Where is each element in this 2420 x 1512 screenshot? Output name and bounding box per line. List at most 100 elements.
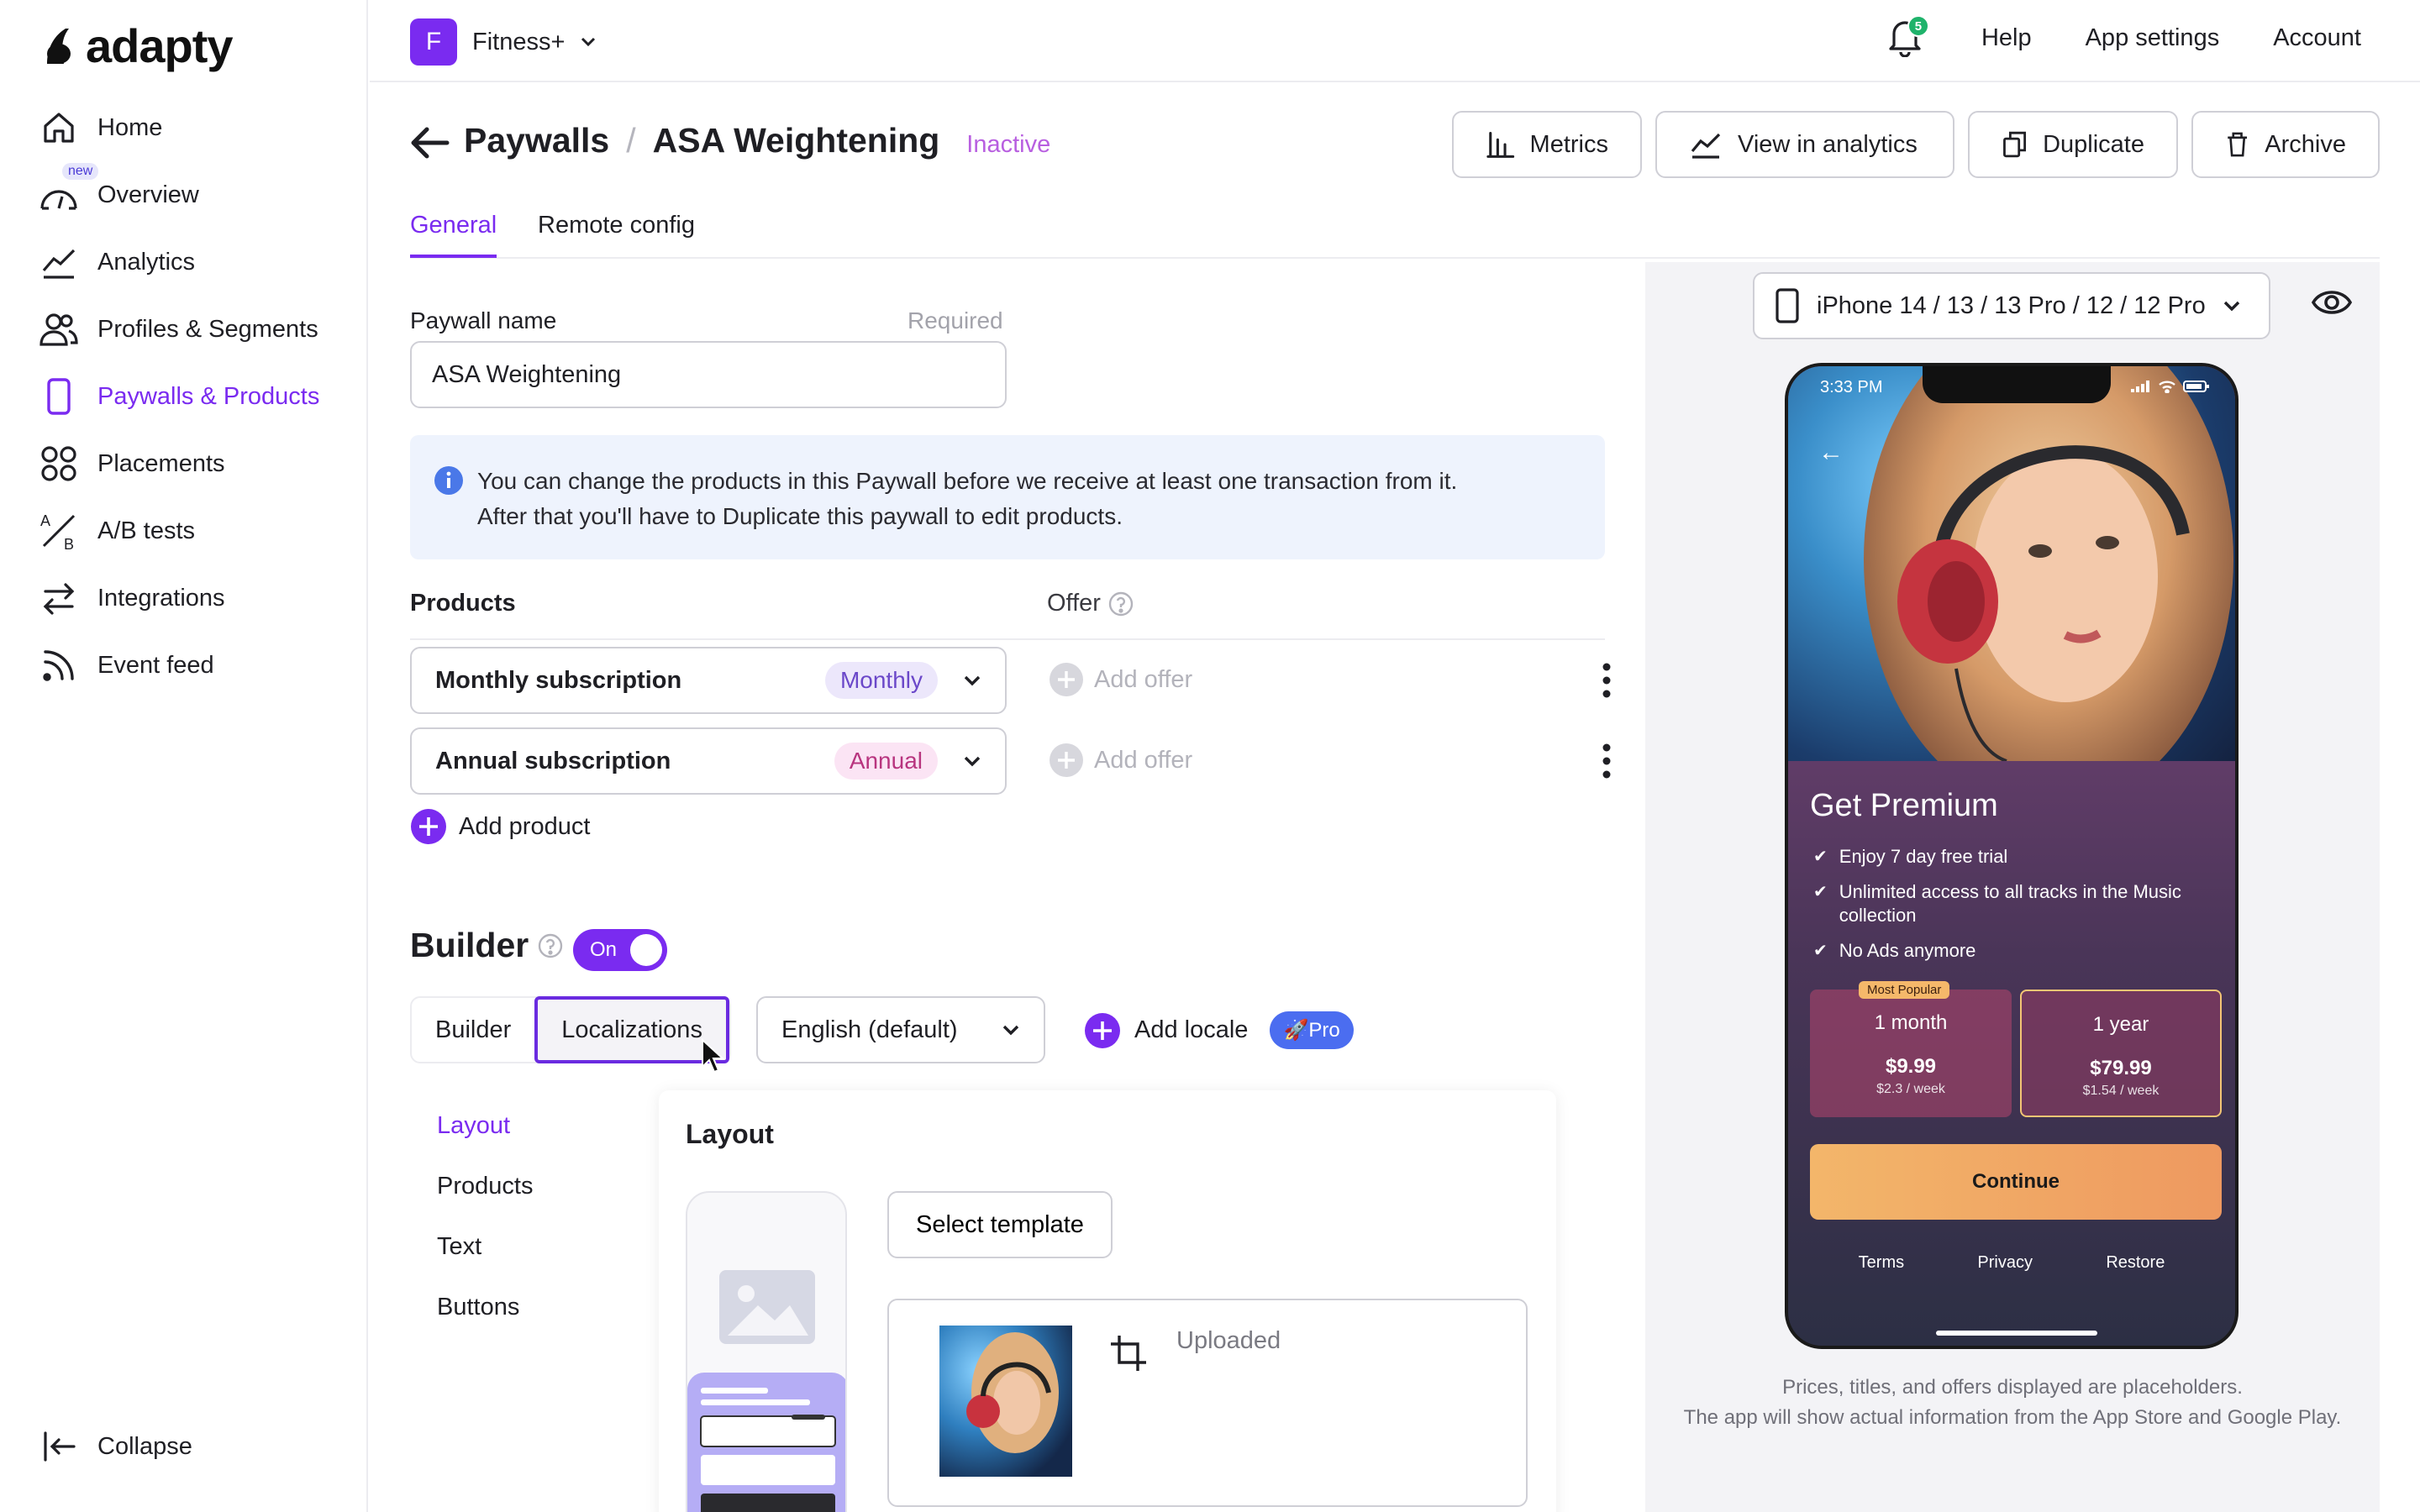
sidebar-item-analytics[interactable]: Analytics: [39, 239, 195, 286]
ab-icon: AB: [39, 511, 79, 551]
product-menu-button[interactable]: [1602, 662, 1612, 699]
product-select-monthly[interactable]: Monthly subscription Monthly: [410, 647, 1007, 714]
offer-header-label: Offer: [1047, 590, 1101, 617]
logo[interactable]: adapty: [44, 18, 233, 73]
paywall-back-icon[interactable]: ←: [1818, 438, 1844, 467]
paywall-footer-links: Terms Privacy Restore: [1788, 1253, 2235, 1273]
tab-remote-config[interactable]: Remote config: [538, 212, 695, 255]
select-template-button[interactable]: Select template: [887, 1191, 1113, 1258]
privacy-link[interactable]: Privacy: [1977, 1253, 2033, 1273]
paywall-name-input[interactable]: ASA Weightening: [410, 341, 1007, 408]
home-indicator: [1936, 1331, 2097, 1336]
crop-icon[interactable]: [1109, 1334, 1148, 1373]
period-pill: Annual: [834, 743, 938, 780]
eye-icon: [2311, 291, 2353, 314]
help-circle-icon[interactable]: [537, 932, 564, 959]
builder-menu-buttons[interactable]: Buttons: [437, 1294, 519, 1321]
gauge-icon: new: [39, 163, 99, 215]
device-value: iPhone 14 / 13 / 13 Pro / 12 / 12 Pro: [1817, 291, 2206, 319]
add-offer-monthly[interactable]: Add offer: [1049, 662, 1192, 697]
feature-text: Unlimited access to all tracks in the Mu…: [1839, 881, 2181, 926]
product-menu-button[interactable]: [1602, 743, 1612, 780]
tab-general[interactable]: General: [410, 212, 497, 258]
info-text: You can change the products in this Payw…: [477, 464, 1457, 534]
add-offer-annual[interactable]: Add offer: [1049, 743, 1192, 778]
info-line-1: You can change the products in this Payw…: [477, 468, 1458, 494]
feature-text: Enjoy 7 day free trial: [1839, 846, 2008, 867]
trash-icon: [2228, 132, 2248, 157]
chevron-down-icon: [964, 756, 981, 767]
sidebar-item-home[interactable]: Home: [39, 104, 162, 151]
product-select-annual[interactable]: Annual subscription Annual: [410, 727, 1007, 795]
upload-area[interactable]: Uploaded: [887, 1299, 1528, 1507]
language-select[interactable]: English (default): [756, 996, 1045, 1063]
metrics-button[interactable]: Metrics: [1452, 111, 1642, 178]
breadcrumb: Paywalls / ASA Weightening Inactive: [464, 121, 1050, 160]
plan-period: 1 year: [2092, 1013, 2149, 1036]
sidebar-item-placements[interactable]: Placements: [39, 440, 225, 487]
continue-button[interactable]: Continue: [1810, 1144, 2222, 1220]
app-settings-link[interactable]: App settings: [2086, 24, 2220, 52]
archive-button[interactable]: Archive: [2191, 111, 2380, 178]
collapse-icon: [44, 1431, 76, 1462]
info-line-2: After that you'll have to Duplicate this…: [477, 503, 1123, 529]
app-name: Fitness+: [472, 28, 566, 55]
feature-item: ✔ Unlimited access to all tracks in the …: [1813, 880, 2217, 927]
builder-toggle[interactable]: On: [573, 929, 667, 971]
plus-circle-icon: [1050, 663, 1083, 696]
plan-card-yearly[interactable]: 1 year $79.99 $1.54 / week: [2020, 990, 2222, 1117]
seg-builder[interactable]: Builder: [412, 998, 534, 1062]
feature-item: ✔ No Ads anymore: [1813, 939, 2217, 963]
builder-menu-products[interactable]: Products: [437, 1173, 533, 1200]
products-divider: [410, 638, 1605, 640]
sidebar-item-profiles[interactable]: Profiles & Segments: [39, 306, 318, 353]
offer-header: Offer: [1047, 590, 1134, 617]
bar-chart-icon: [1486, 132, 1515, 158]
image-placeholder-icon: [687, 1270, 845, 1512]
duplicate-button[interactable]: Duplicate: [1968, 111, 2178, 178]
device-select[interactable]: iPhone 14 / 13 / 13 Pro / 12 / 12 Pro: [1753, 272, 2270, 339]
battery-icon: [2183, 381, 2209, 392]
restore-link[interactable]: Restore: [2106, 1253, 2165, 1273]
metrics-label: Metrics: [1529, 130, 1608, 158]
add-product-button[interactable]: Add product: [410, 808, 590, 845]
template-thumbnail[interactable]: [686, 1191, 847, 1512]
back-button[interactable]: [408, 124, 450, 161]
terms-link[interactable]: Terms: [1859, 1253, 1904, 1273]
sidebar-item-ab-tests[interactable]: AB A/B tests: [39, 507, 195, 554]
add-product-label: Add product: [459, 812, 591, 840]
help-circle-icon[interactable]: [1107, 591, 1134, 617]
view-in-analytics-button[interactable]: View in analytics: [1655, 111, 1954, 178]
notifications-button[interactable]: 5: [1886, 15, 1929, 60]
more-vertical-icon: [1602, 743, 1611, 779]
plan-price: $79.99: [2090, 1057, 2152, 1079]
breadcrumb-paywalls[interactable]: Paywalls: [464, 121, 609, 160]
app-switcher[interactable]: F Fitness+: [410, 18, 597, 66]
more-vertical-icon: [1602, 663, 1611, 698]
chevron-down-icon: [2223, 301, 2239, 312]
paywall-name-label: Paywall name: [410, 307, 557, 333]
plan-card-monthly[interactable]: Most Popular 1 month $9.99 $2.3 / week: [1810, 981, 2012, 1117]
sidebar-item-overview[interactable]: new Overview: [39, 163, 199, 218]
sidebar-item-paywalls[interactable]: Paywalls & Products: [39, 373, 319, 420]
collapse-button[interactable]: Collapse: [42, 1430, 192, 1463]
product-name: Annual subscription: [435, 747, 671, 774]
feed-icon: [39, 645, 79, 685]
layout-panel: Layout Select template Uploaded: [659, 1090, 1556, 1512]
add-locale-button[interactable]: Add locale 🚀Pro: [1084, 1011, 1354, 1049]
account-link[interactable]: Account: [2273, 24, 2361, 52]
status-badge: Inactive: [966, 131, 1051, 158]
preview-toggle-button[interactable]: [2311, 287, 2353, 318]
wifi-icon: [2159, 381, 2175, 393]
notification-count-badge: 5: [1907, 15, 1929, 37]
builder-menu-layout[interactable]: Layout: [437, 1112, 510, 1140]
sidebar-item-label: Analytics: [97, 248, 196, 276]
builder-menu-text[interactable]: Text: [437, 1233, 481, 1261]
preview-note-line-1: Prices, titles, and offers displayed are…: [1782, 1376, 2243, 1399]
products-header: Products: [410, 590, 516, 617]
sidebar-item-integrations[interactable]: Integrations: [39, 575, 225, 622]
check-icon: ✔: [1813, 942, 1828, 960]
help-link[interactable]: Help: [1981, 24, 2032, 52]
sidebar-item-event-feed[interactable]: Event feed: [39, 642, 214, 689]
plan-price: $9.99: [1885, 1055, 1937, 1078]
